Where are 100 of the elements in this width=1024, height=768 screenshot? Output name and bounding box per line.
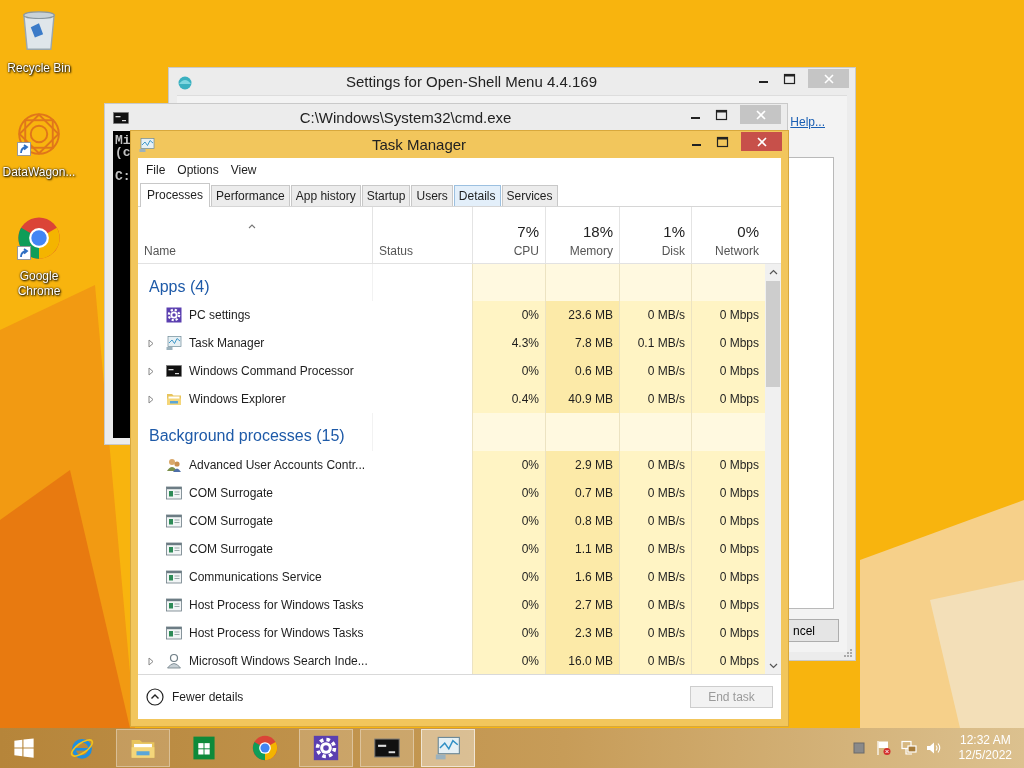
tab[interactable]: Services <box>501 185 558 206</box>
column-header[interactable]: Status <box>379 244 466 258</box>
group-heading: Apps (4) <box>148 277 211 297</box>
scroll-thumb[interactable] <box>766 281 780 387</box>
column-total: 7% <box>517 223 539 240</box>
process-name[interactable]: Windows Explorer <box>189 392 286 406</box>
process-name[interactable]: Communications Service <box>189 570 322 584</box>
scroll-down-icon[interactable] <box>768 663 778 669</box>
table-cell: 0% <box>472 563 545 591</box>
table-cell: 0% <box>472 451 545 479</box>
console-text: (c <box>115 147 131 159</box>
column-header[interactable]: Memory <box>569 244 613 258</box>
table-cell: 0 MB/s <box>619 479 691 507</box>
close-icon <box>755 109 766 120</box>
tab[interactable]: Details <box>453 185 501 206</box>
table-cell: 0.6 MB <box>545 357 619 385</box>
process-name[interactable]: COM Surrogate <box>189 514 274 528</box>
browser-icon[interactable] <box>17 216 61 260</box>
process-name[interactable]: Host Process for Windows Tasks <box>189 598 364 612</box>
console-icon <box>374 735 400 761</box>
process-name[interactable]: Microsoft Windows Search Inde... <box>189 654 368 668</box>
window-title: Task Manager <box>370 136 468 153</box>
collapse-icon[interactable] <box>146 688 164 706</box>
group-heading: Background processes (15) <box>148 426 346 446</box>
expand-arrow-icon[interactable] <box>148 394 154 404</box>
table-cell: 0 Mbps <box>691 479 765 507</box>
column-header[interactable]: Network <box>715 244 759 258</box>
menu-item[interactable]: View <box>224 163 263 177</box>
table-cell: 0.4% <box>472 385 545 413</box>
table-cell: 23.6 MB <box>545 301 619 329</box>
close-button[interactable] <box>741 132 782 151</box>
column-header[interactable]: Disk <box>661 244 685 258</box>
tab[interactable]: App history <box>290 185 361 206</box>
table-cell: 0 Mbps <box>691 647 765 674</box>
flag-icon[interactable] <box>875 740 892 756</box>
speaker-icon[interactable] <box>925 740 942 756</box>
console-icon <box>166 363 182 379</box>
table-cell: 16.0 MB <box>545 647 619 674</box>
table-cell: 0 MB/s <box>619 357 691 385</box>
network-icon[interactable] <box>900 740 917 756</box>
table-cell: 1.6 MB <box>545 563 619 591</box>
table-cell: 0 Mbps <box>691 591 765 619</box>
table-cell: 0.1 MB/s <box>619 329 691 357</box>
close-icon <box>823 73 834 84</box>
table-cell: 0 Mbps <box>691 535 765 563</box>
process-name[interactable]: Host Process for Windows Tasks <box>189 626 364 640</box>
table-cell: 40.9 MB <box>545 385 619 413</box>
tab[interactable]: Startup <box>361 185 411 206</box>
table-cell: 0% <box>472 301 545 329</box>
star-emblem-icon[interactable] <box>17 112 61 156</box>
table-cell: 0% <box>472 591 545 619</box>
menu-item[interactable]: Options <box>171 163 225 177</box>
expand-arrow-icon[interactable] <box>148 338 154 348</box>
table-cell: 0 Mbps <box>691 619 765 647</box>
menu-item[interactable]: File <box>140 163 172 177</box>
taskbar-button[interactable] <box>360 729 414 767</box>
process-name[interactable]: PC settings <box>189 308 251 322</box>
table-cell: 0 Mbps <box>691 385 765 413</box>
monitor-chart-icon <box>139 136 155 153</box>
table-cell: 1.1 MB <box>545 535 619 563</box>
table-cell: 0% <box>472 479 545 507</box>
table-cell: 0 MB/s <box>619 535 691 563</box>
expand-arrow-icon[interactable] <box>148 656 154 666</box>
square-icon[interactable] <box>850 740 867 756</box>
tab[interactable]: Processes <box>140 183 211 207</box>
scroll-up-icon[interactable] <box>768 269 778 275</box>
table-cell: 0% <box>472 647 545 674</box>
shopping-bag-icon <box>191 735 217 761</box>
table-cell: 2.7 MB <box>545 591 619 619</box>
process-name[interactable]: COM Surrogate <box>189 542 274 556</box>
table-cell: 2.3 MB <box>545 619 619 647</box>
window-title: Settings for Open-Shell Menu 4.4.169 <box>345 73 598 90</box>
taskbar-button[interactable] <box>299 729 353 767</box>
table-cell: 0 MB/s <box>619 301 691 329</box>
table-cell: 0% <box>472 535 545 563</box>
table-cell: 0 MB/s <box>619 451 691 479</box>
column-header[interactable]: Name <box>144 244 366 258</box>
monitor-chart-icon <box>435 735 461 761</box>
table-cell: 0 Mbps <box>691 563 765 591</box>
column-header[interactable]: CPU <box>513 244 539 258</box>
column-total: 0% <box>737 223 759 240</box>
tab[interactable]: Performance <box>211 185 290 206</box>
process-name[interactable]: Windows Command Processor <box>189 364 354 378</box>
table-cell: 0 MB/s <box>619 385 691 413</box>
table-cell: 0 Mbps <box>691 301 765 329</box>
folder-icon <box>166 391 182 407</box>
scrollbar[interactable] <box>765 264 781 674</box>
column-total: 18% <box>582 223 613 240</box>
table-cell: 0 MB/s <box>619 591 691 619</box>
table-cell: 0 Mbps <box>691 329 765 357</box>
table-cell: 0 MB/s <box>619 507 691 535</box>
table-cell: 0.8 MB <box>545 507 619 535</box>
expand-arrow-icon[interactable] <box>148 366 154 376</box>
process-name[interactable]: Advanced User Accounts Contr... <box>189 458 366 472</box>
process-name[interactable]: Task Manager <box>189 336 265 350</box>
tab[interactable]: Users <box>411 185 453 206</box>
console-text: Mi <box>115 135 131 147</box>
table-cell: 0.7 MB <box>545 479 619 507</box>
process-name[interactable]: COM Surrogate <box>189 486 274 500</box>
fewer-details-link[interactable]: Fewer details <box>172 690 244 704</box>
